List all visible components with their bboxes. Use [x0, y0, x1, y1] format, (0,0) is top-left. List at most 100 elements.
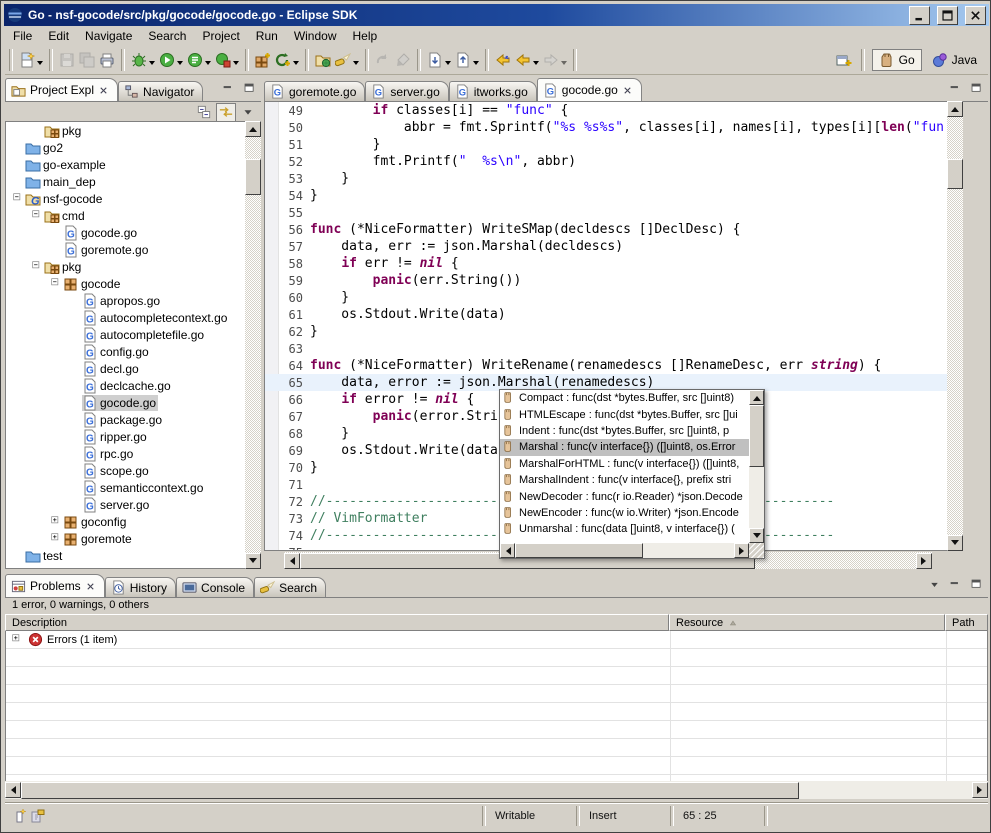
collapse-toggle[interactable] [31, 261, 44, 272]
column-description[interactable]: Description [5, 614, 669, 631]
scroll-up-button[interactable] [947, 101, 963, 117]
column-resource[interactable]: Resource [669, 614, 945, 631]
dropdown-arrow-icon[interactable] [293, 61, 299, 68]
view-menu-button[interactable] [239, 104, 257, 121]
completion-item[interactable]: MarshalIndent : func(v interface{}, pref… [500, 472, 749, 488]
menu-edit[interactable]: Edit [40, 27, 77, 45]
menu-window[interactable]: Window [286, 27, 345, 45]
view-minimize-button[interactable] [946, 576, 964, 593]
run-external-button[interactable] [185, 48, 213, 72]
code-line-54[interactable]: 54} [265, 187, 947, 204]
view-maximize-button[interactable] [240, 80, 258, 97]
new-go-project-button[interactable] [253, 48, 273, 72]
explorer-tab-navigator[interactable]: Navigator [118, 81, 203, 101]
view-maximize-button[interactable] [967, 576, 985, 593]
dropdown-arrow-icon[interactable] [533, 61, 539, 68]
scrollbar-thumb[interactable] [21, 782, 799, 799]
tree-item[interactable]: go2 [6, 139, 245, 156]
view-menu-button[interactable] [925, 576, 943, 593]
scroll-down-button[interactable] [245, 553, 261, 569]
code-line-64[interactable]: 64func (*NiceFormatter) WriteRename(rena… [265, 357, 947, 374]
expand-toggle[interactable] [11, 634, 24, 645]
tree-item[interactable]: Gdeclcache.go [6, 377, 245, 394]
scroll-right-button[interactable] [916, 553, 932, 569]
tree-item[interactable]: Gnsf-gocode [6, 190, 245, 207]
popup-resize-grip[interactable] [749, 543, 764, 558]
menu-file[interactable]: File [5, 27, 40, 45]
code-line-58[interactable]: 58 if err != nil { [265, 255, 947, 272]
tree-item[interactable]: Gscope.go [6, 462, 245, 479]
tree-item[interactable]: go-example [6, 156, 245, 173]
completion-item[interactable]: HTMLEscape : func(dst *bytes.Buffer, src… [500, 406, 749, 422]
collapse-all-button[interactable] [195, 104, 213, 121]
menu-project[interactable]: Project [194, 27, 247, 45]
link-editor-button[interactable] [216, 103, 236, 122]
dropdown-arrow-icon[interactable] [205, 61, 211, 68]
tree-item[interactable]: Gautocompletefile.go [6, 326, 245, 343]
view-minimize-button[interactable] [946, 80, 964, 97]
tree-item[interactable]: goconfig [6, 513, 245, 530]
tree-item[interactable]: pkg [6, 122, 245, 139]
scroll-right-button[interactable] [972, 782, 988, 798]
scroll-up-button[interactable] [245, 121, 261, 137]
editor-tab-itworks-go[interactable]: Gitworks.go [449, 81, 537, 101]
editor-tab-gocode-go[interactable]: Ggocode.go [537, 78, 642, 101]
debug-button[interactable] [129, 48, 157, 72]
close-icon[interactable] [98, 85, 109, 96]
menu-help[interactable]: Help [345, 27, 386, 45]
scroll-right-button[interactable] [734, 543, 749, 558]
scroll-left-button[interactable] [5, 782, 21, 798]
view-tab-history[interactable]: History [105, 577, 176, 597]
expand-toggle[interactable] [50, 533, 63, 544]
tree-item[interactable]: cmd [6, 207, 245, 224]
tree-item[interactable]: Gsemanticcontext.go [6, 479, 245, 496]
popup-vertical-scrollbar[interactable] [749, 390, 764, 543]
code-line-55[interactable]: 55 [265, 204, 947, 221]
explorer-scrollbar[interactable] [245, 121, 261, 569]
editor-tab-server-go[interactable]: Gserver.go [365, 81, 448, 101]
dropdown-arrow-icon[interactable] [445, 61, 451, 68]
view-tab-search[interactable]: Search [254, 577, 326, 597]
completion-item[interactable]: Unmarshal : func(data []uint8, v interfa… [500, 521, 749, 537]
window-minimize-button[interactable] [909, 6, 930, 25]
tree-item[interactable]: Ggocode.go [6, 394, 245, 411]
dropdown-arrow-icon[interactable] [177, 61, 183, 68]
code-line-49[interactable]: 49 if classes[i] == "func" { [265, 102, 947, 119]
print-button[interactable] [97, 48, 117, 72]
tree-item[interactable]: Gpackage.go [6, 411, 245, 428]
code-line-53[interactable]: 53 } [265, 170, 947, 187]
tree-item[interactable]: Gripper.go [6, 428, 245, 445]
code-line-60[interactable]: 60 } [265, 289, 947, 306]
completion-item[interactable]: Compact : func(dst *bytes.Buffer, src []… [500, 390, 749, 406]
tree-item[interactable]: test [6, 547, 245, 564]
code-line-56[interactable]: 56func (*NiceFormatter) WriteSMap(declde… [265, 221, 947, 238]
profile-button[interactable] [213, 48, 241, 72]
code-line-57[interactable]: 57 data, err := json.Marshal(decldescs) [265, 238, 947, 255]
tree-item[interactable]: Grpc.go [6, 445, 245, 462]
tree-item[interactable]: pkg [6, 258, 245, 275]
dropdown-arrow-icon[interactable] [233, 61, 239, 68]
code-line-62[interactable]: 62} [265, 323, 947, 340]
back-button[interactable] [513, 48, 541, 72]
completion-item[interactable]: Marshal : func(v interface{}) ([]uint8, … [500, 439, 749, 455]
code-line-52[interactable]: 52 fmt.Printf(" %s\n", abbr) [265, 153, 947, 170]
scrollbar-thumb[interactable] [245, 159, 261, 195]
menu-navigate[interactable]: Navigate [77, 27, 140, 45]
popup-horizontal-scrollbar[interactable] [500, 543, 749, 558]
tree-item[interactable]: Gdecl.go [6, 360, 245, 377]
open-perspective-button[interactable] [834, 48, 854, 72]
dropdown-arrow-icon[interactable] [561, 61, 567, 68]
menu-run[interactable]: Run [248, 27, 286, 45]
perspective-go[interactable]: Go [872, 49, 922, 71]
completion-item[interactable]: NewEncoder : func(w io.Writer) *json.Enc… [500, 505, 749, 521]
statusbar-annotation-button[interactable] [29, 808, 47, 825]
editor-tab-goremote-go[interactable]: Ggoremote.go [264, 81, 365, 101]
tree-item[interactable]: gocode [6, 275, 245, 292]
collapse-toggle[interactable] [31, 210, 44, 221]
scroll-up-button[interactable] [749, 390, 764, 405]
scroll-down-button[interactable] [749, 528, 764, 543]
tree-item[interactable]: Ggocode.go [6, 224, 245, 241]
go-install-button[interactable] [273, 48, 301, 72]
prev-annotation-button[interactable] [453, 48, 481, 72]
tree-item[interactable]: goremote [6, 530, 245, 547]
